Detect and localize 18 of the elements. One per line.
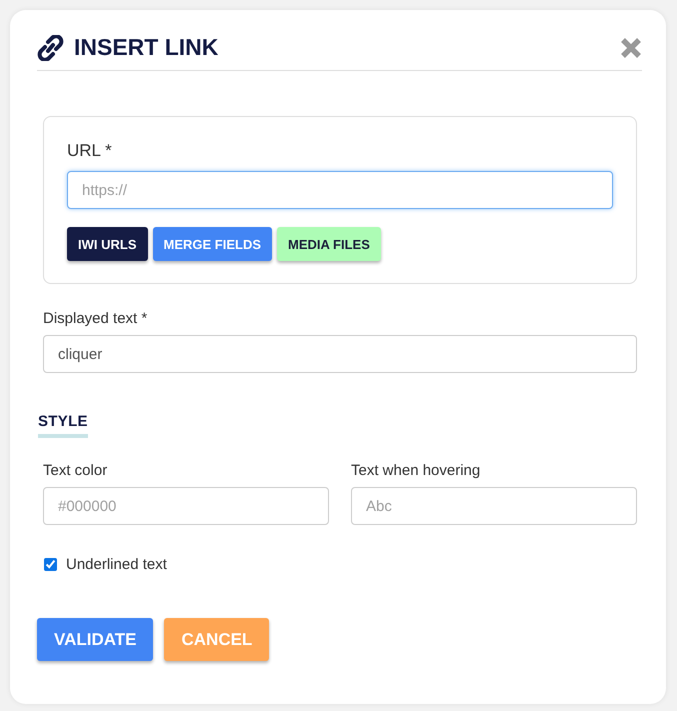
- field-label: Text color: [43, 462, 108, 479]
- source-button[interactable]: MERGE FIELDS: [152, 227, 272, 261]
- displayed-text-field[interactable]: cliquer: [43, 335, 637, 373]
- link-icon: [37, 34, 64, 60]
- source-button[interactable]: IWI URLS: [67, 227, 148, 261]
- validate-button[interactable]: VALIDATE: [37, 618, 154, 661]
- dialog-title: INSERT LINK: [74, 34, 220, 61]
- field-label: Displayed text *: [43, 310, 148, 327]
- section-heading: STYLE: [38, 413, 88, 438]
- url-field[interactable]: https://: [67, 171, 613, 209]
- source-button[interactable]: MEDIA FILES: [277, 227, 381, 261]
- field-label: Text when hovering: [351, 462, 482, 479]
- text-field[interactable]: #000000: [43, 487, 329, 525]
- checkbox-label: Underlined text: [66, 556, 167, 573]
- field-label: URL *: [67, 141, 113, 161]
- close-icon[interactable]: [620, 36, 642, 58]
- underline-checkbox[interactable]: [44, 558, 57, 571]
- text-field[interactable]: Abc: [351, 487, 637, 525]
